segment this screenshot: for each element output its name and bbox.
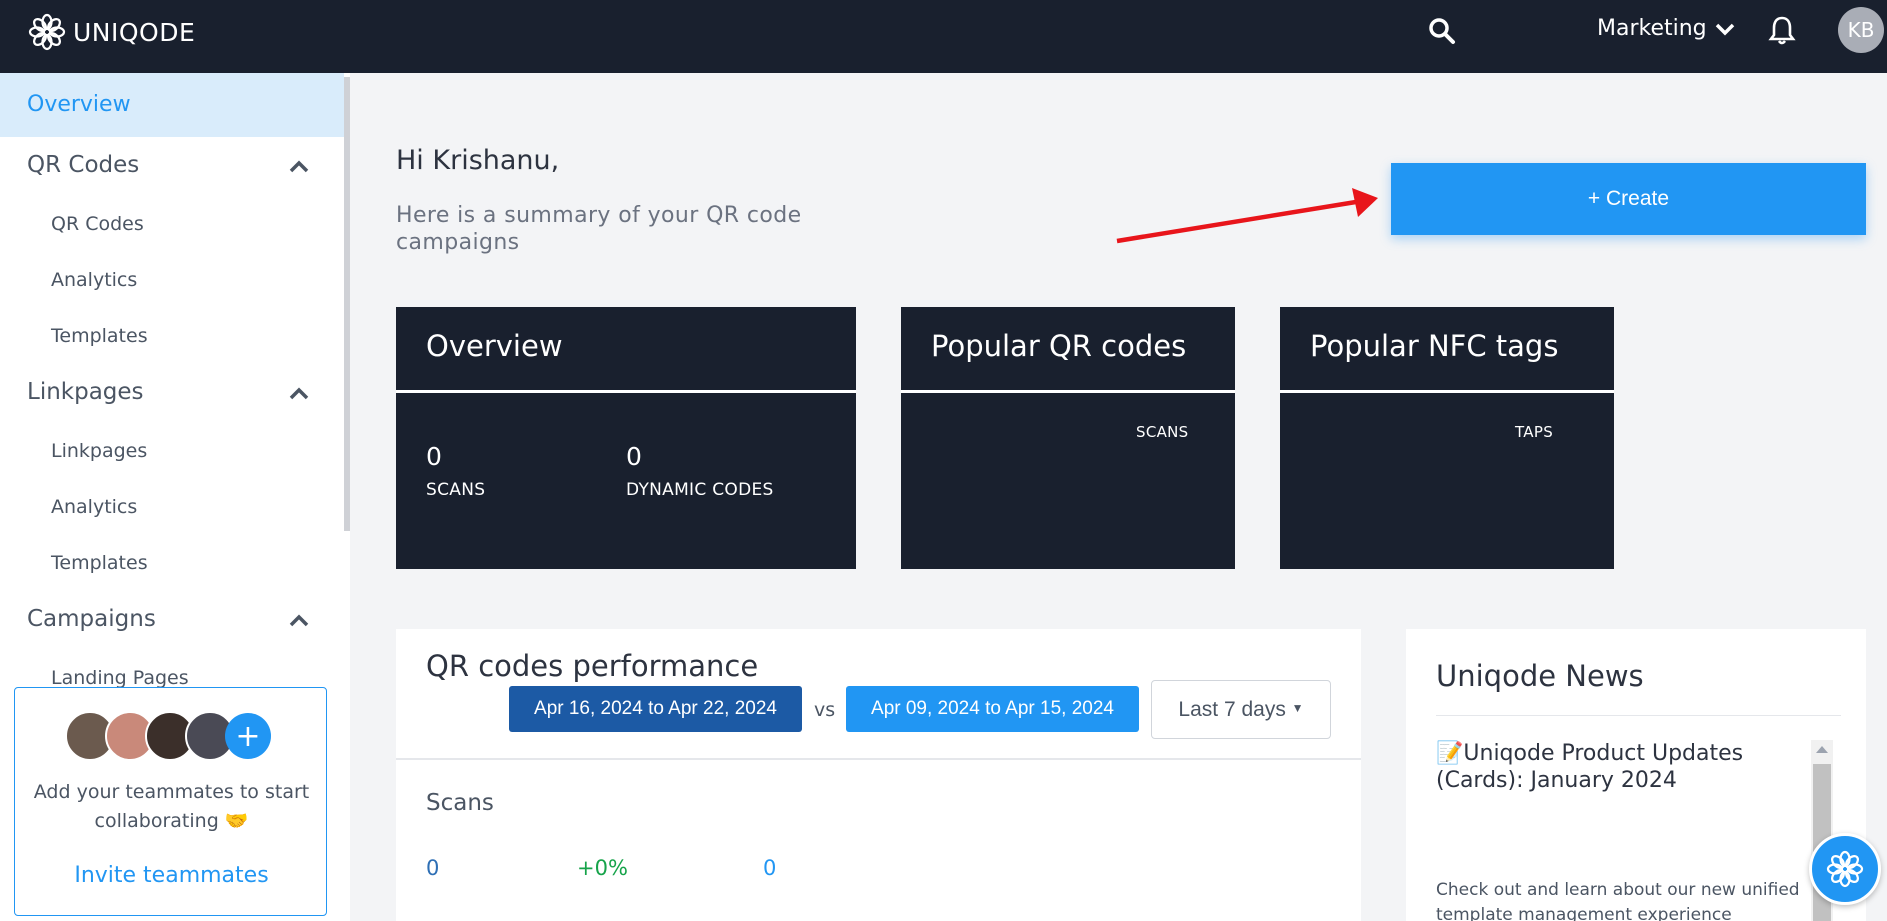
sidebar-scrollbar[interactable] bbox=[344, 77, 350, 531]
greeting: Hi Krishanu, bbox=[396, 145, 560, 176]
sidebar-item-linkpages-templates[interactable]: Templates bbox=[51, 552, 148, 574]
teammate-avatars: + bbox=[65, 711, 271, 761]
sidebar-group-linkpages[interactable]: Linkpages bbox=[27, 379, 144, 405]
previous-date-range[interactable]: Apr 09, 2024 to Apr 15, 2024 bbox=[846, 686, 1139, 732]
search-icon[interactable] bbox=[1427, 16, 1457, 46]
news-title: Uniqode News bbox=[1436, 659, 1644, 693]
brand-name: UNIQODE bbox=[73, 17, 196, 47]
invite-message: Add your teammates to start collaboratin… bbox=[33, 781, 310, 832]
performance-title: QR codes performance bbox=[426, 649, 759, 683]
chevron-up-icon[interactable] bbox=[288, 159, 310, 173]
divider bbox=[396, 758, 1361, 760]
sidebar: Overview QR Codes QR Codes Analytics Tem… bbox=[0, 73, 350, 921]
annotation-arrow bbox=[1116, 188, 1378, 244]
top-navbar: UNIQODE Marketing KB bbox=[0, 0, 1887, 73]
news-card: Uniqode News 📝Uniqode Product Updates (C… bbox=[1406, 629, 1866, 921]
chevron-up-icon[interactable] bbox=[288, 613, 310, 627]
dynamic-codes-count: 0 bbox=[626, 442, 642, 471]
current-scans-value: 0 bbox=[426, 856, 440, 880]
scroll-up-icon[interactable] bbox=[1816, 746, 1828, 753]
user-avatar[interactable]: KB bbox=[1838, 7, 1884, 53]
invite-teammates-link[interactable]: Invite teammates bbox=[15, 863, 328, 888]
sidebar-item-qr-templates[interactable]: Templates bbox=[51, 325, 148, 347]
scans-label: SCANS bbox=[426, 480, 486, 500]
chevron-down-icon bbox=[1715, 23, 1734, 35]
popular-nfc-card: Popular NFC tags TAPS bbox=[1280, 307, 1614, 569]
popular-qr-card: Popular QR codes SCANS bbox=[901, 307, 1235, 569]
vs-label: vs bbox=[814, 699, 836, 721]
sidebar-item-qr-codes[interactable]: QR Codes bbox=[51, 213, 144, 235]
scans-metric-label: Scans bbox=[426, 790, 494, 816]
workspace-name: Marketing bbox=[1597, 16, 1707, 41]
bell-icon[interactable] bbox=[1767, 14, 1797, 46]
scans-change: +0% bbox=[577, 856, 628, 880]
current-date-range[interactable]: Apr 16, 2024 to Apr 22, 2024 bbox=[509, 686, 802, 732]
chat-support-icon bbox=[1826, 850, 1864, 888]
chevron-up-icon[interactable] bbox=[288, 386, 310, 400]
card-header: Popular QR codes bbox=[901, 307, 1235, 393]
news-headline[interactable]: 📝Uniqode Product Updates (Cards): Januar… bbox=[1436, 740, 1806, 794]
overview-card: Overview 0 SCANS 0 DYNAMIC CODES bbox=[396, 307, 856, 569]
chat-support-button[interactable] bbox=[1809, 833, 1881, 905]
sidebar-item-landing-pages[interactable]: Landing Pages bbox=[51, 667, 189, 689]
scans-count: 0 bbox=[426, 442, 442, 471]
plus-icon[interactable]: + bbox=[225, 713, 271, 759]
qr-performance-card: QR codes performance Apr 16, 2024 to Apr… bbox=[396, 629, 1361, 921]
invite-teammates-card: + Add your teammates to start collaborat… bbox=[14, 687, 327, 916]
card-header: Popular NFC tags bbox=[1280, 307, 1614, 393]
period-dropdown[interactable]: Last 7 days ▼ bbox=[1151, 680, 1331, 739]
caret-down-icon: ▼ bbox=[1291, 700, 1304, 715]
previous-scans-value: 0 bbox=[763, 856, 777, 880]
card-header: Overview bbox=[396, 307, 856, 393]
page-subtitle: Here is a summary of your QR code campai… bbox=[396, 203, 802, 255]
sidebar-item-linkpages[interactable]: Linkpages bbox=[51, 440, 147, 462]
popular-nfc-title: Popular NFC tags bbox=[1310, 329, 1559, 363]
dynamic-codes-label: DYNAMIC CODES bbox=[626, 480, 774, 500]
sidebar-group-qr-codes[interactable]: QR Codes bbox=[27, 152, 139, 178]
sidebar-item-linkpages-analytics[interactable]: Analytics bbox=[51, 496, 137, 518]
workspace-dropdown[interactable]: Marketing bbox=[1597, 16, 1735, 41]
period-label: Last 7 days bbox=[1178, 697, 1286, 721]
sidebar-item-overview[interactable]: Overview bbox=[0, 73, 344, 137]
brand-logo[interactable]: UNIQODE bbox=[27, 12, 195, 52]
create-button[interactable]: + Create bbox=[1391, 163, 1866, 235]
divider bbox=[1436, 715, 1841, 716]
uniqode-logo-icon bbox=[28, 13, 66, 51]
sidebar-group-campaigns[interactable]: Campaigns bbox=[27, 606, 156, 632]
overview-title: Overview bbox=[426, 329, 563, 363]
news-body: Check out and learn about our new unifie… bbox=[1436, 880, 1800, 921]
popular-qr-title: Popular QR codes bbox=[931, 329, 1187, 363]
taps-column-label: TAPS bbox=[1515, 423, 1554, 441]
sidebar-item-qr-analytics[interactable]: Analytics bbox=[51, 269, 137, 291]
scans-column-label: SCANS bbox=[1136, 423, 1189, 441]
